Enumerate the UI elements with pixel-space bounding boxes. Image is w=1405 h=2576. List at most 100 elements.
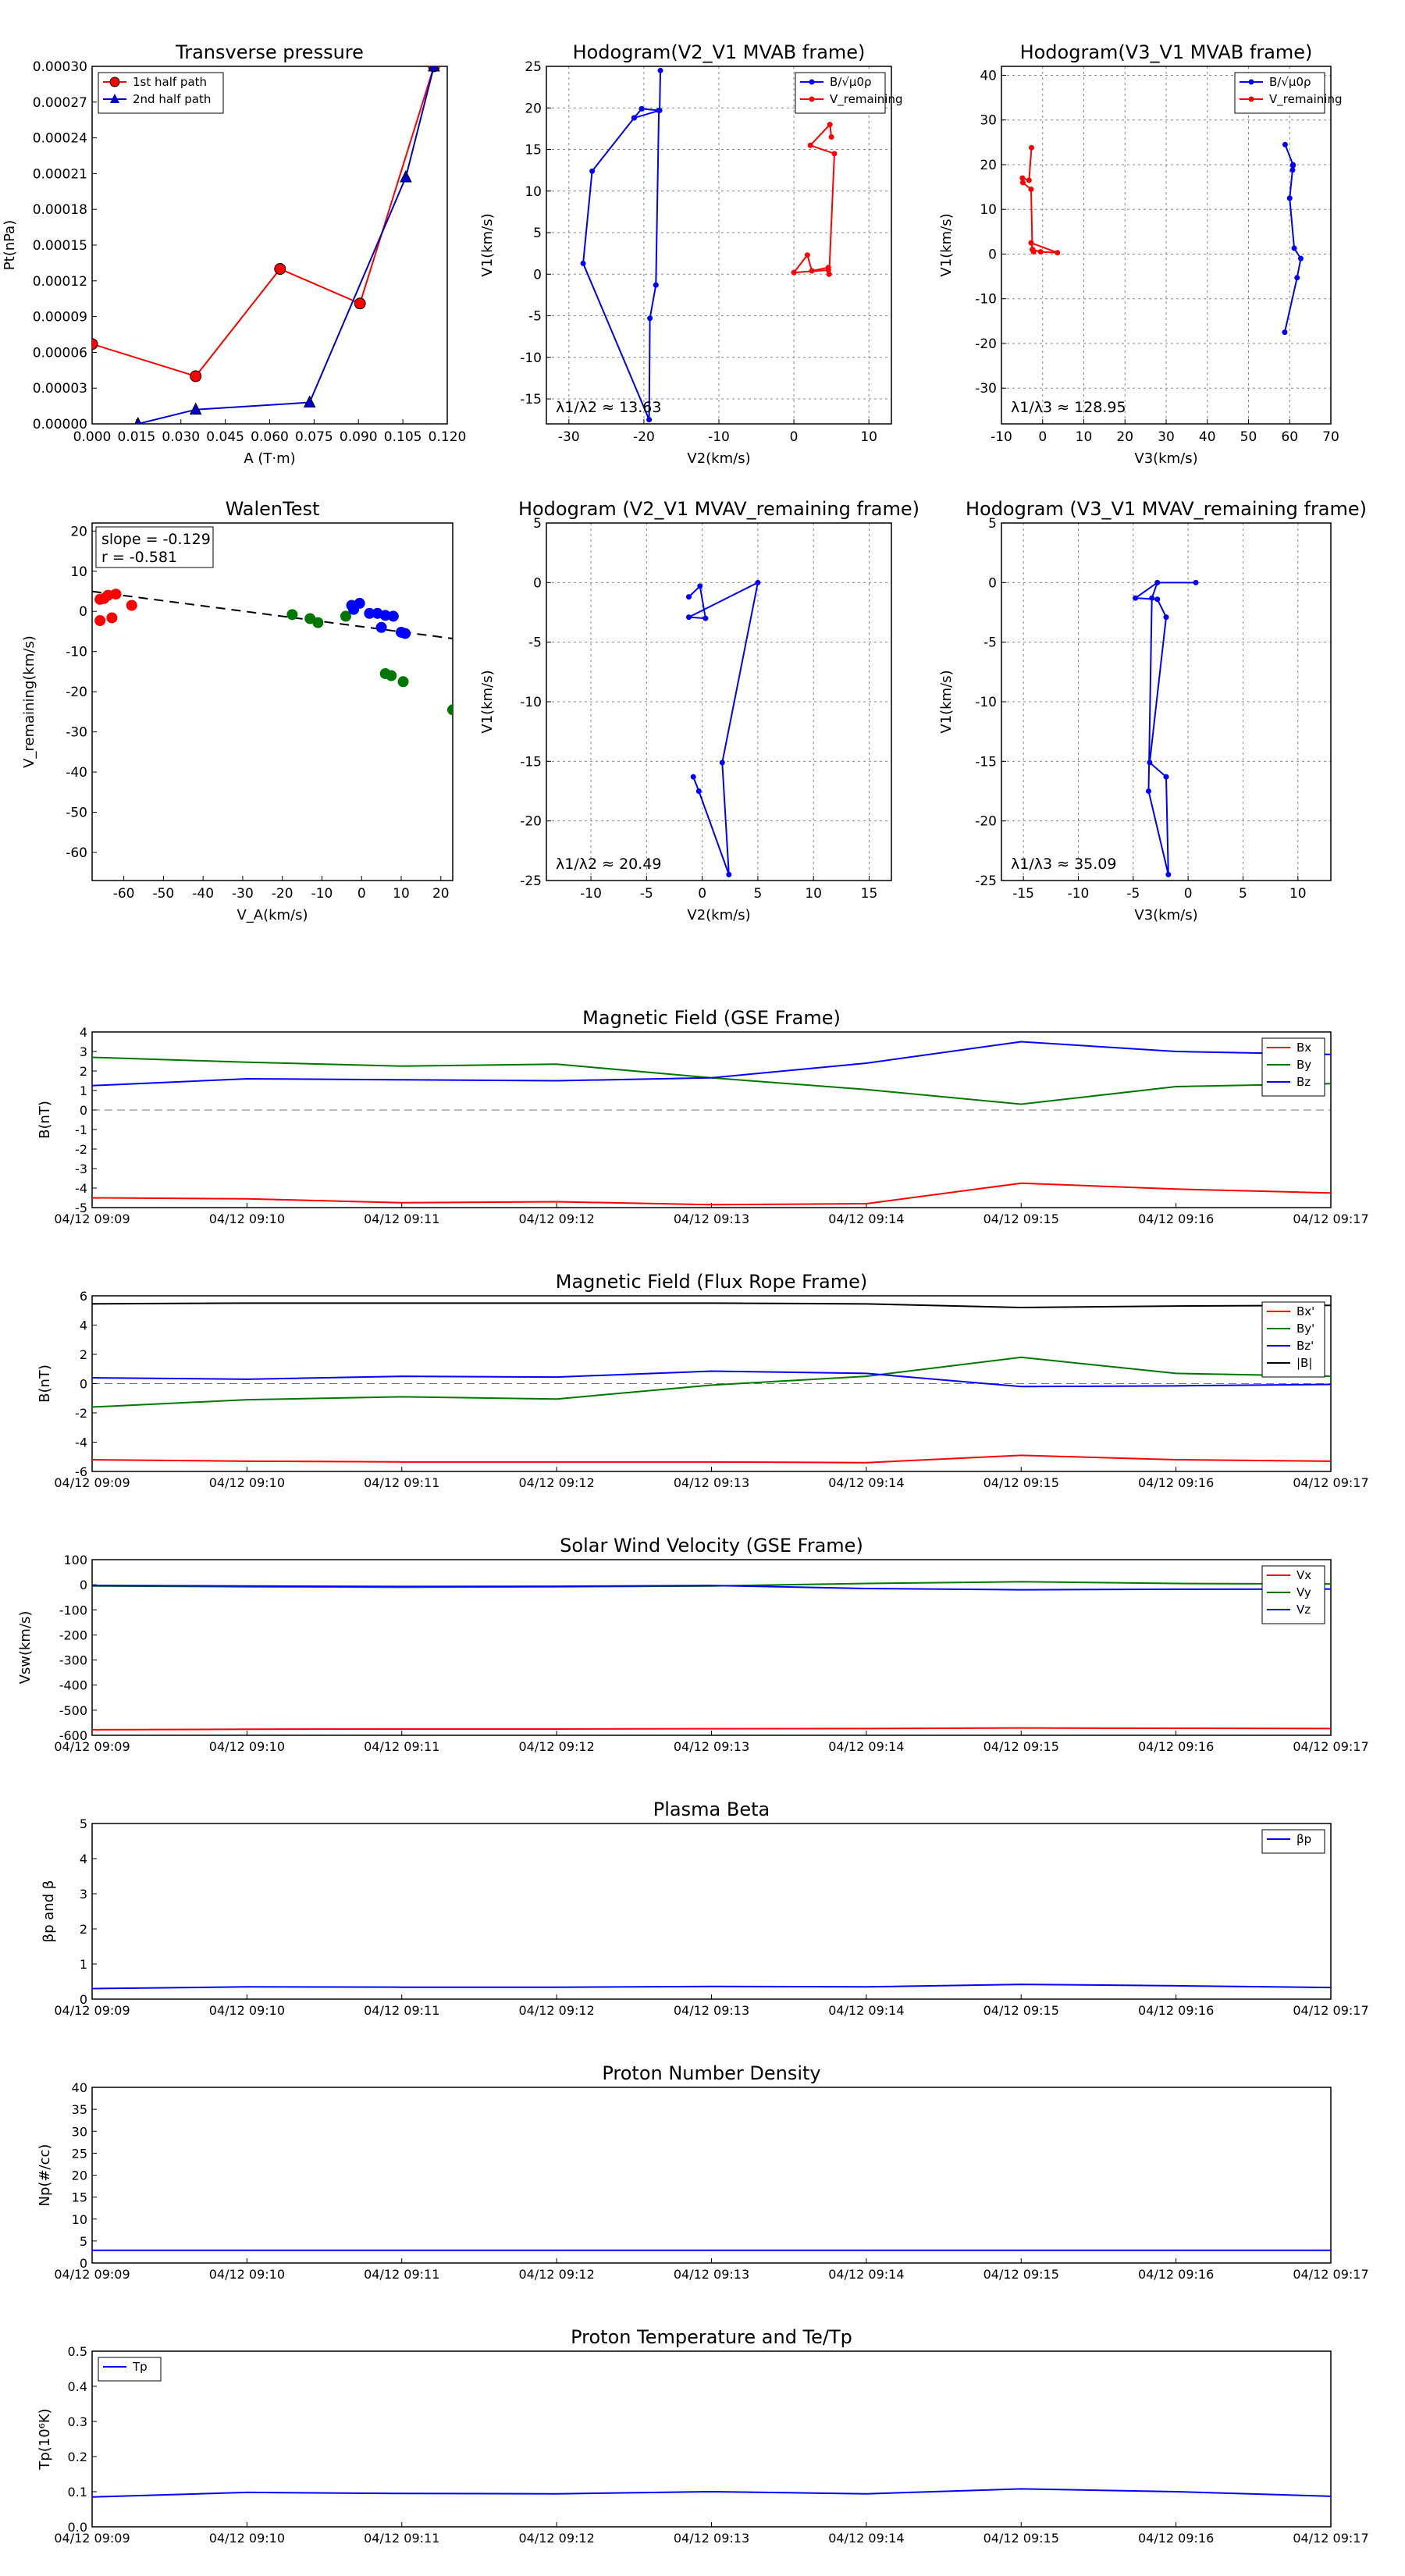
data-point <box>646 417 653 423</box>
y-tick-label: -50 <box>66 806 87 821</box>
y-tick-label: 0.00012 <box>33 274 87 290</box>
y-tick-label: -10 <box>66 645 87 660</box>
legend-marker <box>1248 79 1254 85</box>
y-tick-label: 0.2 <box>68 2450 87 2464</box>
y-tick-label: -30 <box>66 725 87 741</box>
chart-10: Proton Number Density 04/12 09:09 04/12 09… <box>37 2062 1369 2282</box>
x-tick-label: 04/12 09:12 <box>518 2531 594 2546</box>
plot-area <box>1133 579 1199 877</box>
x-tick-label: 5 <box>753 886 762 902</box>
annotation-text: λ1/λ2 ≈ 13.63 <box>556 399 661 416</box>
y-tick-label: -600 <box>59 1728 87 1743</box>
y-tick-label: -6 <box>75 1464 87 1479</box>
x-tick-label: -10 <box>991 429 1012 445</box>
legend-label: Bx <box>1297 1041 1311 1055</box>
y-tick-label: -15 <box>520 754 542 770</box>
y-tick-label: -5 <box>75 1201 87 1215</box>
data-point <box>1163 614 1169 621</box>
chart-title: Hodogram (V2_V1 MVAV_remaining frame) <box>518 498 919 520</box>
data-point <box>1055 250 1061 256</box>
data-point <box>1028 186 1034 192</box>
x-tick-label: 0.120 <box>429 429 467 445</box>
axes-frame <box>91 522 454 881</box>
y-tick-label: 4 <box>80 1025 87 1040</box>
y-tick-label: -25 <box>520 873 542 889</box>
x-tick-label: 04/12 09:12 <box>518 2267 594 2282</box>
x-tick-label: 04/12 09:16 <box>1138 2003 1214 2018</box>
series-line <box>92 1984 1331 1990</box>
y-tick-label: 3 <box>80 1044 87 1059</box>
data-point <box>695 788 702 794</box>
y-tick-label: 0.1 <box>68 2485 87 2500</box>
data-point <box>386 670 397 681</box>
chart-7: Magnetic Field (Flux Rope Frame) 04/12 09… <box>37 1271 1369 1490</box>
x-tick-label: -10 <box>580 886 602 902</box>
x-tick-label: 10 <box>1076 429 1093 445</box>
y-tick-label: -3 <box>75 1162 87 1176</box>
x-tick-label: 04/12 09:09 <box>54 2531 130 2546</box>
y-tick-label: 10 <box>70 564 87 580</box>
x-tick-label: 04/12 09:10 <box>209 1212 285 1226</box>
y-tick-label: -25 <box>975 873 997 889</box>
axes-frame <box>91 66 448 425</box>
legend-label: Vx <box>1297 1568 1311 1582</box>
data-point <box>804 252 810 258</box>
y-tick-label: -200 <box>59 1628 87 1642</box>
data-point <box>303 395 316 408</box>
data-point <box>1163 774 1169 780</box>
data-point <box>828 134 834 141</box>
x-tick-label: 04/12 09:11 <box>364 1475 439 1490</box>
plot-area <box>92 1302 1331 1464</box>
data-point <box>190 370 202 382</box>
y-axis-label: Vsw(km/s) <box>17 1611 34 1685</box>
y-tick-label: 0 <box>988 247 997 262</box>
y-tick-label: 20 <box>980 158 997 173</box>
x-tick-label: 30 <box>1158 429 1175 445</box>
y-axis-label: V1(km/s) <box>479 670 496 733</box>
x-tick-label: 04/12 09:17 <box>1293 1739 1368 1754</box>
x-axis-label: V2(km/s) <box>687 450 750 467</box>
axes-frame <box>91 1823 1332 2000</box>
y-tick-label: 0 <box>533 267 542 283</box>
x-tick-label: 04/12 09:12 <box>518 1212 594 1226</box>
y-tick-label: 0.4 <box>68 2379 87 2394</box>
legend-label: V_remaining <box>830 92 903 107</box>
plot-area <box>92 66 440 424</box>
chart-title: Plasma Beta <box>653 1799 770 1820</box>
legend-box <box>1261 1829 1325 1854</box>
annotation-text: λ1/λ3 ≈ 35.09 <box>1011 856 1116 873</box>
y-tick-label: -300 <box>59 1653 87 1668</box>
y-axis-label: Np(#/cc) <box>37 2144 53 2207</box>
chart-6: Magnetic Field (GSE Frame) 04/12 09:09 04/… <box>37 1007 1369 1226</box>
x-tick-label: 50 <box>1240 429 1257 445</box>
x-tick-label: 0.030 <box>162 429 200 445</box>
data-point <box>638 105 645 112</box>
data-point <box>1286 195 1293 201</box>
y-axis-label: V1(km/s) <box>938 670 955 733</box>
x-tick-label: 04/12 09:14 <box>828 1739 904 1754</box>
data-point <box>702 615 709 621</box>
x-tick-label: 0 <box>698 886 706 902</box>
x-tick-label: 04/12 09:12 <box>518 2003 594 2018</box>
x-tick-label: 10 <box>1289 886 1307 902</box>
x-tick-label: 04/12 09:15 <box>984 2003 1059 2018</box>
x-tick-label: -50 <box>152 886 174 902</box>
x-tick-label: 04/12 09:14 <box>828 2267 904 2282</box>
figure-canvas: Transverse pressure 0.0 0 0 0.015 0.030 0.045 0… <box>2 41 1369 2546</box>
y-tick-label: 10 <box>72 2212 87 2227</box>
x-tick-label: 0.075 <box>295 429 333 445</box>
axes-frame <box>546 66 892 425</box>
legend-label: 2nd half path <box>133 92 211 106</box>
series-line <box>137 66 435 424</box>
data-point <box>1145 788 1151 794</box>
x-tick-label: 10 <box>860 429 877 445</box>
x-tick-label: -30 <box>558 429 580 445</box>
y-tick-label: -5 <box>528 635 542 651</box>
y-tick-label: 0.00006 <box>33 345 87 361</box>
x-tick-label: 04/12 09:17 <box>1293 2531 1368 2546</box>
y-tick-label: -1 <box>75 1123 87 1137</box>
y-tick-label: 15 <box>72 2190 87 2205</box>
series-line <box>582 70 662 421</box>
y-axis-label: V1(km/s) <box>479 213 496 276</box>
x-tick-label: 04/12 09:10 <box>209 2531 285 2546</box>
